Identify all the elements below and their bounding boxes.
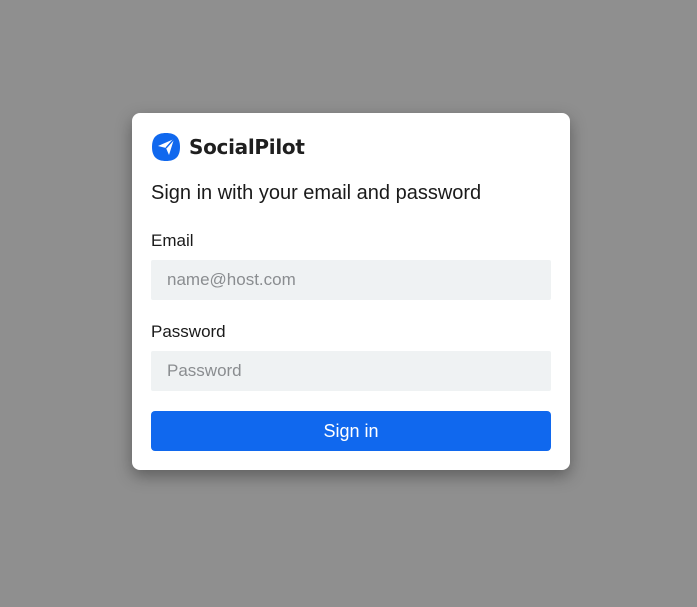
signin-card: SocialPilot Sign in with your email and … bbox=[132, 113, 570, 470]
sign-in-button[interactable]: Sign in bbox=[151, 411, 551, 451]
brand-name: SocialPilot bbox=[189, 135, 305, 159]
signin-heading: Sign in with your email and password bbox=[151, 182, 482, 204]
brand-logo: SocialPilot bbox=[151, 132, 305, 162]
paper-plane-icon bbox=[151, 132, 181, 162]
password-label: Password bbox=[151, 322, 226, 341]
email-label: Email bbox=[151, 231, 194, 250]
email-field[interactable] bbox=[151, 260, 551, 300]
password-field[interactable] bbox=[151, 351, 551, 391]
